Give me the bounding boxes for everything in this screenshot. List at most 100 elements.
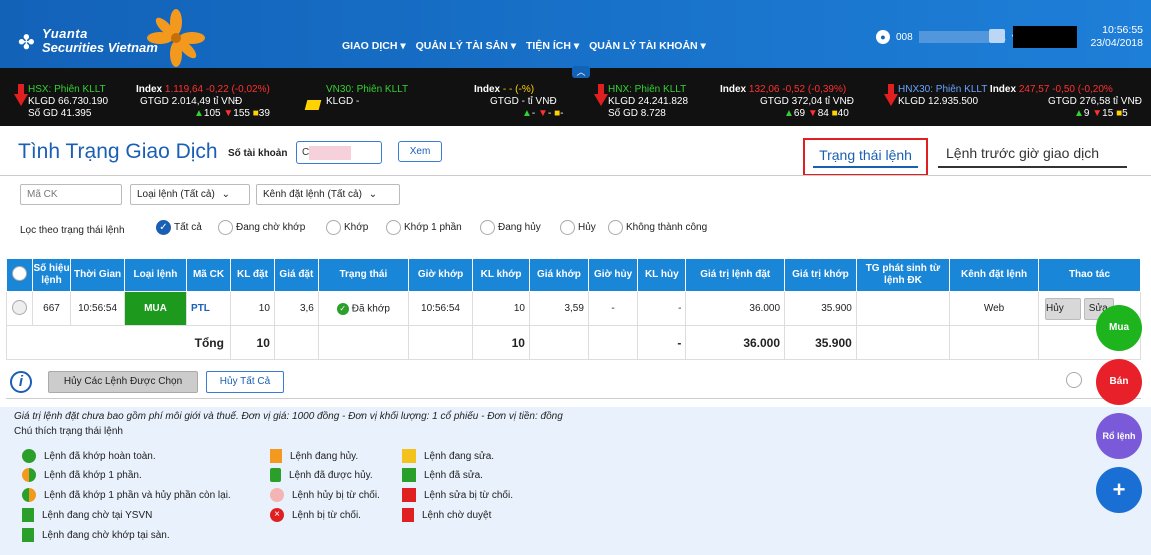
legend-item: Lệnh đã được hủy.	[270, 468, 373, 482]
nav-item-utilities[interactable]: TIỆN ÍCH ▾	[526, 40, 579, 52]
cancel-all-button[interactable]: Hủy Tất Cả	[206, 371, 284, 393]
nav-item-account[interactable]: QUẢN LÝ TÀI KHOẢN ▾	[589, 40, 706, 52]
legend-item: Lệnh đang hủy.	[270, 449, 358, 463]
tab-underline	[813, 166, 918, 168]
ticker-hnx[interactable]: HNX: Phiên KLLT KLGD 24.241.828 Số GD 8.…	[588, 84, 868, 124]
legend-item: Lệnh đang sửa.	[402, 449, 494, 463]
collapse-chevron-icon[interactable]: ︿	[572, 66, 590, 78]
nav-item-trading[interactable]: GIAO DỊCH ▾	[342, 40, 406, 52]
row-checkbox[interactable]	[11, 299, 27, 315]
legend-item: Lệnh hủy bị từ chối.	[270, 488, 380, 502]
clock-time: 10:56:55	[1102, 24, 1143, 36]
legend-item: × Lệnh bị từ chối.	[270, 508, 361, 522]
down-arrow-icon	[594, 84, 608, 106]
legend-title: Chú thích trạng thái lệnh	[14, 426, 123, 437]
channel-select[interactable]: Kênh đặt lệnh (Tất cả) ⌄	[256, 184, 400, 205]
trash-icon	[270, 468, 281, 482]
status-radio-pending[interactable]: Đang chờ khớp	[218, 220, 305, 235]
page-title: Tình Trạng Giao Dịch	[18, 140, 218, 163]
edit-rejected-icon	[402, 488, 416, 502]
tab-pre-session-orders[interactable]: Lệnh trước giờ giao dịch	[946, 145, 1099, 161]
status-filter-label: Lọc theo trạng thái lệnh	[20, 225, 125, 236]
col-header: Giá đặt	[273, 258, 319, 292]
status-radio-failed[interactable]: Không thành công	[608, 220, 707, 235]
edited-icon	[402, 468, 416, 482]
rejected-icon: ×	[270, 508, 284, 522]
scroll-dot[interactable]	[1066, 372, 1082, 388]
hourglass-orange-icon	[270, 449, 282, 463]
legend-item: Lệnh đang chờ khớp tại sàn.	[22, 528, 170, 542]
status-radio-partial[interactable]: Khớp 1 phần	[386, 220, 462, 235]
tab-label: Trạng thái lệnh	[819, 147, 912, 163]
cancel-selected-button[interactable]: Hủy Các Lệnh Được Chọn	[48, 371, 198, 393]
col-header: KL hủy	[637, 258, 687, 292]
view-button[interactable]: Xem	[398, 141, 442, 162]
col-header: Giá trị lệnh đặt	[685, 258, 786, 292]
redacted-box	[1013, 26, 1077, 48]
buy-fab-button[interactable]: Mua	[1096, 305, 1142, 351]
check-icon: ✓	[156, 220, 171, 235]
account-input[interactable]: C	[296, 141, 382, 164]
flat-icon	[304, 100, 322, 110]
col-header: Giá khớp	[528, 258, 589, 292]
cancel-order-button[interactable]: Hủy	[1045, 297, 1082, 320]
col-header: KL khớp	[472, 258, 530, 292]
down-arrow-icon	[884, 84, 898, 106]
legend-item: Lệnh chờ duyệt	[402, 508, 491, 522]
col-header: Loại lệnh	[123, 258, 188, 292]
hourglass-exchange-icon	[22, 528, 34, 542]
pending-approval-icon	[402, 508, 414, 522]
divider	[0, 175, 1151, 176]
matched-check-icon: ✓	[336, 302, 349, 315]
status-radio-cancelled[interactable]: Hủy	[560, 220, 596, 235]
col-header: Giá trị khớp	[784, 258, 857, 292]
status-radio-cancelling[interactable]: Đang hủy	[480, 220, 541, 235]
legend-item: Lệnh đang chờ tại YSVN	[22, 508, 152, 522]
status-radio-matched[interactable]: Khớp	[326, 220, 368, 235]
account-label: Số tài khoản	[228, 148, 288, 159]
col-header: Mã CK	[186, 258, 231, 292]
brand-line1: Yuanta	[42, 26, 88, 41]
sell-fab-button[interactable]: Bán	[1096, 359, 1142, 405]
card-icon[interactable]	[989, 29, 1005, 43]
ticker-hnx30[interactable]: HNX30: Phiên KLLT Index 247,57 -0,50 (-0…	[878, 84, 1151, 124]
basket-fab-button[interactable]: Rổ lệnh	[1096, 413, 1142, 459]
legend-item: Lệnh sửa bị từ chối.	[402, 488, 513, 502]
total-row: Tổng 10 10 - 36.000 35.900	[6, 325, 1141, 360]
col-header: Số hiệu lệnh	[31, 258, 72, 292]
col-header: TG phát sinh từ lệnh ĐK	[855, 258, 951, 292]
flower-logo-icon	[147, 9, 205, 67]
clock: 10:56:55 23/04/2018	[1090, 24, 1143, 50]
order-type-select[interactable]: Loại lệnh (Tất cả) ⌄	[130, 184, 250, 205]
col-header: Thao tác	[1038, 258, 1141, 292]
status-radio-all[interactable]: ✓ Tất cả	[156, 220, 202, 235]
ticker-vn30[interactable]: VN30: Phiên KLLT KLGD - Index - - (-%) G…	[300, 84, 570, 124]
nav-item-assets[interactable]: QUẢN LÝ TÀI SẢN ▾	[416, 40, 516, 52]
main-nav: GIAO DỊCH ▾ QUẢN LÝ TÀI SẢN ▾ TIỆN ÍCH ▾…	[342, 40, 706, 52]
plus-fab-button[interactable]: +	[1096, 467, 1142, 513]
partial-cancel-icon	[22, 488, 36, 502]
tab-underline	[938, 166, 1127, 168]
ticker-hsx[interactable]: HSX: Phiên KLLT KLGD 66.730.190 Số GD 41…	[8, 84, 288, 124]
partial-match-icon	[22, 468, 36, 482]
table-header: Số hiệu lệnh Thời Gian Loại lệnh Mã CK K…	[6, 258, 1141, 292]
tab-order-status[interactable]: Trạng thái lệnh	[803, 138, 928, 176]
select-all-checkbox[interactable]	[11, 265, 27, 281]
table-row[interactable]: 667 10:56:54 MUA PTL 10 3,6 ✓ Đã khớp 10:…	[6, 291, 1141, 326]
top-header: ✤ Yuanta Securities Vietnam GIAO DỊCH ▾ …	[0, 0, 1151, 68]
editing-icon	[402, 449, 416, 463]
yuanta-mark-icon: ✤	[18, 32, 35, 54]
legend-item: Lệnh đã khớp 1 phần và hủy phần còn lại.	[22, 488, 231, 502]
info-icon[interactable]: i	[10, 371, 32, 393]
col-header: Thời Gian	[70, 258, 125, 292]
brand-logo[interactable]: ✤ Yuanta Securities Vietnam	[18, 8, 218, 67]
account-redacted	[309, 146, 351, 160]
orders-table: Số hiệu lệnh Thời Gian Loại lệnh Mã CK K…	[6, 258, 1141, 360]
symbol-input[interactable]: Mã CK	[20, 184, 122, 205]
legend-panel	[0, 407, 1151, 555]
ticker-name: HSX: Phiên KLLT	[28, 84, 106, 95]
col-header: Trạng thái	[317, 258, 409, 292]
col-header: KL đặt	[229, 258, 275, 292]
legend-item: Lệnh đã sửa.	[402, 468, 483, 482]
account-redacted	[918, 31, 989, 43]
